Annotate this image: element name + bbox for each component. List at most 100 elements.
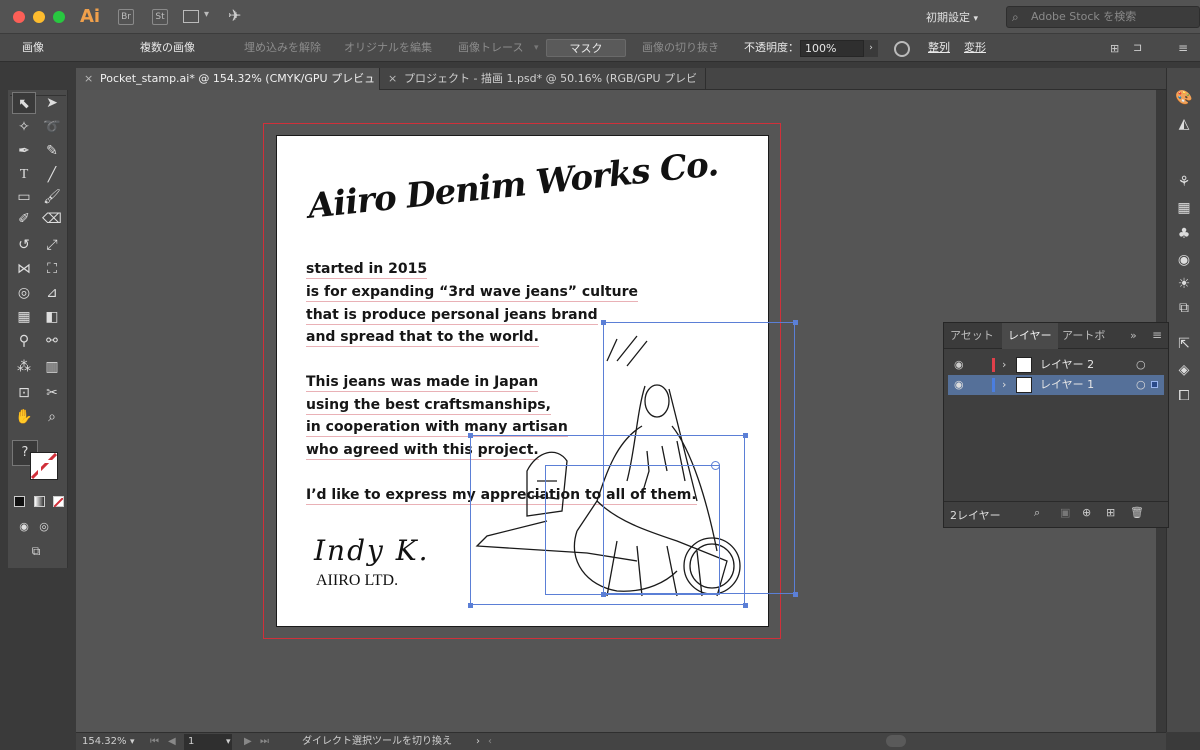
artboard-tool-icon[interactable]: ⊡: [12, 382, 36, 404]
symbols-icon[interactable]: ♣: [1173, 224, 1195, 244]
transform-link[interactable]: 変形: [958, 39, 992, 57]
slice-tool-icon[interactable]: ✂: [40, 382, 64, 404]
workspace-switcher[interactable]: 初期設定 ▾: [918, 8, 992, 27]
selection-handle[interactable]: [793, 320, 798, 325]
layer-row[interactable]: ◉ › レイヤー 1 ○: [948, 375, 1164, 395]
image-label[interactable]: 画像: [16, 39, 50, 57]
stock-search-input[interactable]: Adobe Stock を検索: [1006, 6, 1200, 28]
horizontal-scrollbar-thumb[interactable]: [886, 735, 906, 747]
multiple-images-label[interactable]: 複数の画像: [134, 39, 201, 57]
new-sublayer-icon[interactable]: ⊕: [1082, 506, 1091, 519]
body-line[interactable]: that is produce personal jeans brand: [306, 306, 598, 325]
grid-align-icon[interactable]: ⊞: [1110, 42, 1119, 55]
unembed-button[interactable]: 埋め込みを解除: [238, 39, 327, 57]
chevron-right-icon[interactable]: ›: [864, 40, 878, 57]
artboards-icon[interactable]: ⧠: [1173, 386, 1195, 406]
selection-handle[interactable]: [601, 320, 606, 325]
swatches-icon[interactable]: ▦: [1173, 198, 1195, 218]
signature-text[interactable]: Indy K.: [314, 534, 430, 567]
width-tool-icon[interactable]: ⋈: [12, 258, 36, 280]
stroke-swatch[interactable]: [38, 460, 52, 474]
tab-pocket-stamp[interactable]: × Pocket_stamp.ai* @ 154.32% (CMYK/GPU プレ…: [76, 68, 380, 107]
hand-tool-icon[interactable]: ✋: [12, 406, 36, 428]
shaper-tool-icon[interactable]: ✐: [12, 208, 36, 230]
edit-original-button[interactable]: オリジナルを編集: [338, 39, 438, 57]
isolate-icon[interactable]: ⊐: [1133, 41, 1142, 54]
color-mode-icon[interactable]: [14, 496, 25, 507]
color-guide-icon[interactable]: 🎨: [1173, 88, 1195, 108]
headline-text[interactable]: Aiiro Denim Works Co.: [306, 141, 748, 227]
artboard-number-input[interactable]: 1: [184, 734, 232, 750]
visibility-eye-icon[interactable]: ◉: [954, 375, 964, 395]
rectangle-tool-icon[interactable]: ▭: [12, 186, 36, 208]
mask-button[interactable]: マスク: [546, 39, 626, 57]
direct-selection-tool-icon[interactable]: ➤: [40, 92, 64, 114]
selection-center-point[interactable]: [711, 461, 720, 470]
new-layer-icon[interactable]: ⊞: [1106, 506, 1115, 519]
tab-artboards[interactable]: アートボ: [1056, 323, 1111, 349]
selection-bounding-box[interactable]: [545, 465, 720, 595]
first-artboard-icon[interactable]: ⏮: [150, 734, 159, 750]
type-tool-icon[interactable]: T: [12, 164, 36, 186]
layer-row[interactable]: ◉ › レイヤー 2 ○: [948, 355, 1164, 375]
selection-tool-icon[interactable]: ⬉: [12, 92, 36, 114]
last-artboard-icon[interactable]: ⏭: [260, 734, 269, 750]
chevron-down-icon[interactable]: ▾: [204, 9, 209, 20]
line-tool-icon[interactable]: ╱: [40, 164, 64, 186]
minimize-window-button[interactable]: [33, 11, 45, 23]
align-link[interactable]: 整列: [922, 39, 956, 57]
scale-tool-icon[interactable]: ⤢: [40, 234, 64, 256]
graphic-styles-icon[interactable]: ◉: [1173, 250, 1195, 270]
selection-handle[interactable]: [743, 603, 748, 608]
mesh-tool-icon[interactable]: ▦: [12, 306, 36, 328]
expand-chevron-icon[interactable]: ›: [1002, 355, 1006, 375]
stock-button[interactable]: St: [152, 9, 168, 25]
locate-object-icon[interactable]: ⌕: [1034, 506, 1040, 520]
screen-mode-icon[interactable]: ⧉: [12, 540, 60, 562]
next-artboard-icon[interactable]: ▶: [244, 734, 252, 750]
align-panel-icon[interactable]: ⧉: [1173, 298, 1195, 318]
symbol-sprayer-tool-icon[interactable]: ⁂: [12, 356, 36, 378]
target-circle-icon[interactable]: ○: [1136, 355, 1146, 375]
prev-artboard-icon[interactable]: ◀: [168, 734, 176, 750]
opacity-input[interactable]: 100%: [800, 40, 864, 57]
draw-behind-icon[interactable]: ◎: [32, 516, 56, 538]
panel-overflow-icon[interactable]: »: [1130, 329, 1137, 342]
blend-tool-icon[interactable]: ⚯: [40, 330, 64, 352]
company-text[interactable]: AIIRO LTD.: [316, 572, 398, 590]
close-window-button[interactable]: [13, 11, 25, 23]
tab-project-drawing[interactable]: × プロジェクト - 描画 1.psd* @ 50.16% (RGB/GPU プレ…: [380, 68, 706, 107]
zoom-tool-icon[interactable]: ⌕: [40, 406, 64, 428]
expand-chevron-icon[interactable]: ›: [1002, 375, 1006, 395]
zoom-window-button[interactable]: [53, 11, 65, 23]
curvature-tool-icon[interactable]: ✎: [40, 140, 64, 162]
image-trace-button[interactable]: 画像トレース: [452, 39, 529, 57]
magic-wand-tool-icon[interactable]: ✧: [12, 116, 36, 138]
layer-name[interactable]: レイヤー 2: [1040, 355, 1094, 375]
body-line[interactable]: is for expanding “3rd wave jeans” cultur…: [306, 283, 638, 302]
trash-icon[interactable]: 🗑: [1130, 506, 1144, 519]
crop-image-button[interactable]: 画像の切り抜き: [636, 39, 725, 57]
tab-assets[interactable]: アセット: [944, 323, 1002, 349]
layers-icon[interactable]: ◈: [1173, 360, 1195, 380]
free-transform-tool-icon[interactable]: ⛶: [40, 258, 64, 280]
chevron-down-icon[interactable]: ▾: [130, 734, 135, 750]
zoom-level[interactable]: 154.32%: [82, 734, 127, 750]
perspective-grid-tool-icon[interactable]: ⊿: [40, 282, 64, 304]
panel-menu-icon[interactable]: ≡: [1178, 41, 1188, 55]
selection-handle[interactable]: [468, 433, 473, 438]
gradient-tool-icon[interactable]: ◧: [40, 306, 64, 328]
panel-menu-icon[interactable]: ≡: [1152, 328, 1162, 342]
shape-builder-tool-icon[interactable]: ◎: [12, 282, 36, 304]
rotate-tool-icon[interactable]: ↺: [12, 234, 36, 256]
paintbrush-tool-icon[interactable]: 🖌: [40, 186, 64, 208]
gpu-performance-icon[interactable]: ✈: [228, 6, 241, 25]
brushes-icon[interactable]: ⚘: [1173, 172, 1195, 192]
chevron-down-icon[interactable]: ▾: [226, 734, 231, 750]
eraser-tool-icon[interactable]: ⌫: [40, 208, 64, 230]
selection-handle[interactable]: [743, 433, 748, 438]
clipping-mask-icon[interactable]: ▣: [1060, 506, 1070, 519]
pen-tool-icon[interactable]: ✒: [12, 140, 36, 162]
arrange-documents-icon[interactable]: [183, 10, 199, 23]
chevron-down-icon[interactable]: ▾: [534, 43, 539, 53]
